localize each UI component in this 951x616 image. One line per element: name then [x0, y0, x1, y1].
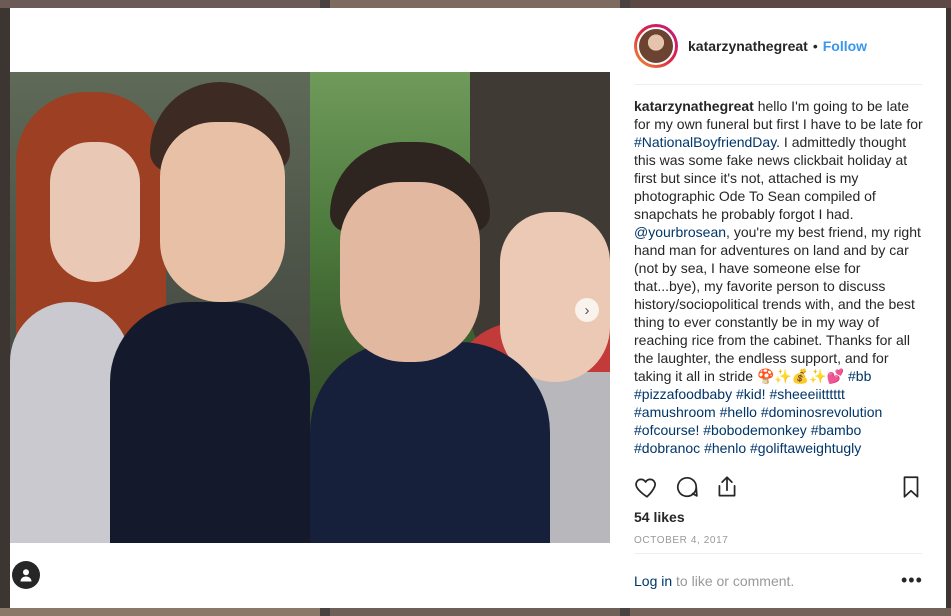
- post-caption: katarzynathegreat hello I'm going to be …: [634, 97, 924, 457]
- post-modal: › katarzynathegreat • Follow katarzynath…: [10, 8, 946, 608]
- post-sidebar: katarzynathegreat • Follow katarzynatheg…: [610, 8, 946, 608]
- person-shirt: [310, 342, 550, 543]
- person-face: [50, 142, 140, 282]
- share-icon: [718, 476, 736, 497]
- mention-link[interactable]: @yourbrosean: [634, 224, 726, 240]
- share-button[interactable]: [714, 474, 740, 500]
- comment-icon: [676, 477, 698, 498]
- hashtag-link[interactable]: #dominosrevolution: [761, 404, 882, 420]
- bookmark-icon: [903, 476, 919, 498]
- avatar-story-ring[interactable]: [634, 24, 678, 68]
- more-options-button[interactable]: •••: [901, 571, 923, 589]
- post-author-username[interactable]: katarzynathegreat: [688, 38, 808, 54]
- hashtag-link[interactable]: #amushroom: [634, 404, 716, 420]
- comment-button[interactable]: [674, 474, 700, 500]
- login-prompt: Log in to like or comment.: [634, 573, 922, 589]
- hashtag-link[interactable]: #bb: [848, 368, 871, 384]
- backdrop-tile: [630, 0, 951, 8]
- backdrop-tile: [330, 0, 620, 8]
- divider: [634, 84, 922, 85]
- divider: [634, 553, 922, 554]
- like-count[interactable]: 54 likes: [634, 509, 685, 525]
- chevron-right-icon: ›: [584, 301, 590, 319]
- follow-button[interactable]: Follow: [823, 38, 867, 54]
- hashtag-link[interactable]: #bobodemonkey: [703, 422, 807, 438]
- person-shirt: [110, 302, 310, 543]
- hashtag-link[interactable]: #kid!: [736, 386, 766, 402]
- backdrop-edge: [0, 8, 10, 608]
- backdrop-tile: [630, 608, 951, 616]
- hashtag-link[interactable]: #pizzafoodbaby: [634, 386, 732, 402]
- backdrop-tile: [0, 0, 320, 8]
- hashtag-link[interactable]: #NationalBoyfriendDay: [634, 134, 776, 150]
- person-face: [340, 182, 480, 362]
- login-prompt-text: to like or comment.: [672, 573, 795, 589]
- separator-dot: •: [812, 38, 818, 54]
- carousel-next-button[interactable]: ›: [575, 298, 599, 322]
- post-photo[interactable]: ›: [10, 72, 610, 543]
- post-actions: [634, 474, 924, 502]
- hashtag-link[interactable]: #dobranoc: [634, 440, 700, 456]
- caption-username[interactable]: katarzynathegreat: [634, 98, 754, 114]
- hashtag-link[interactable]: #henlo: [704, 440, 746, 456]
- hashtag-link[interactable]: #sheeeiitttttt: [769, 386, 845, 402]
- login-link[interactable]: Log in: [634, 573, 672, 589]
- hashtag-link[interactable]: #ofcourse!: [634, 422, 699, 438]
- backdrop-tile: [330, 608, 620, 616]
- caption-text: , you're my best friend, my right hand m…: [634, 224, 921, 384]
- backdrop-tile: [0, 608, 320, 616]
- heart-icon: [635, 478, 656, 498]
- user-profile-button[interactable]: [12, 561, 40, 589]
- avatar: [637, 27, 675, 65]
- person-face: [160, 122, 285, 302]
- person-face: [500, 212, 610, 382]
- like-button[interactable]: [634, 474, 660, 500]
- user-icon: [20, 569, 32, 582]
- save-button[interactable]: [898, 474, 924, 500]
- hashtag-link[interactable]: #bambo: [811, 422, 862, 438]
- hashtag-link[interactable]: #hello: [720, 404, 757, 420]
- post-date[interactable]: OCTOBER 4, 2017: [634, 535, 728, 546]
- backdrop-edge: [946, 8, 951, 608]
- post-header: katarzynathegreat • Follow: [634, 22, 922, 70]
- hashtag-link[interactable]: #goliftaweightugly: [750, 440, 861, 456]
